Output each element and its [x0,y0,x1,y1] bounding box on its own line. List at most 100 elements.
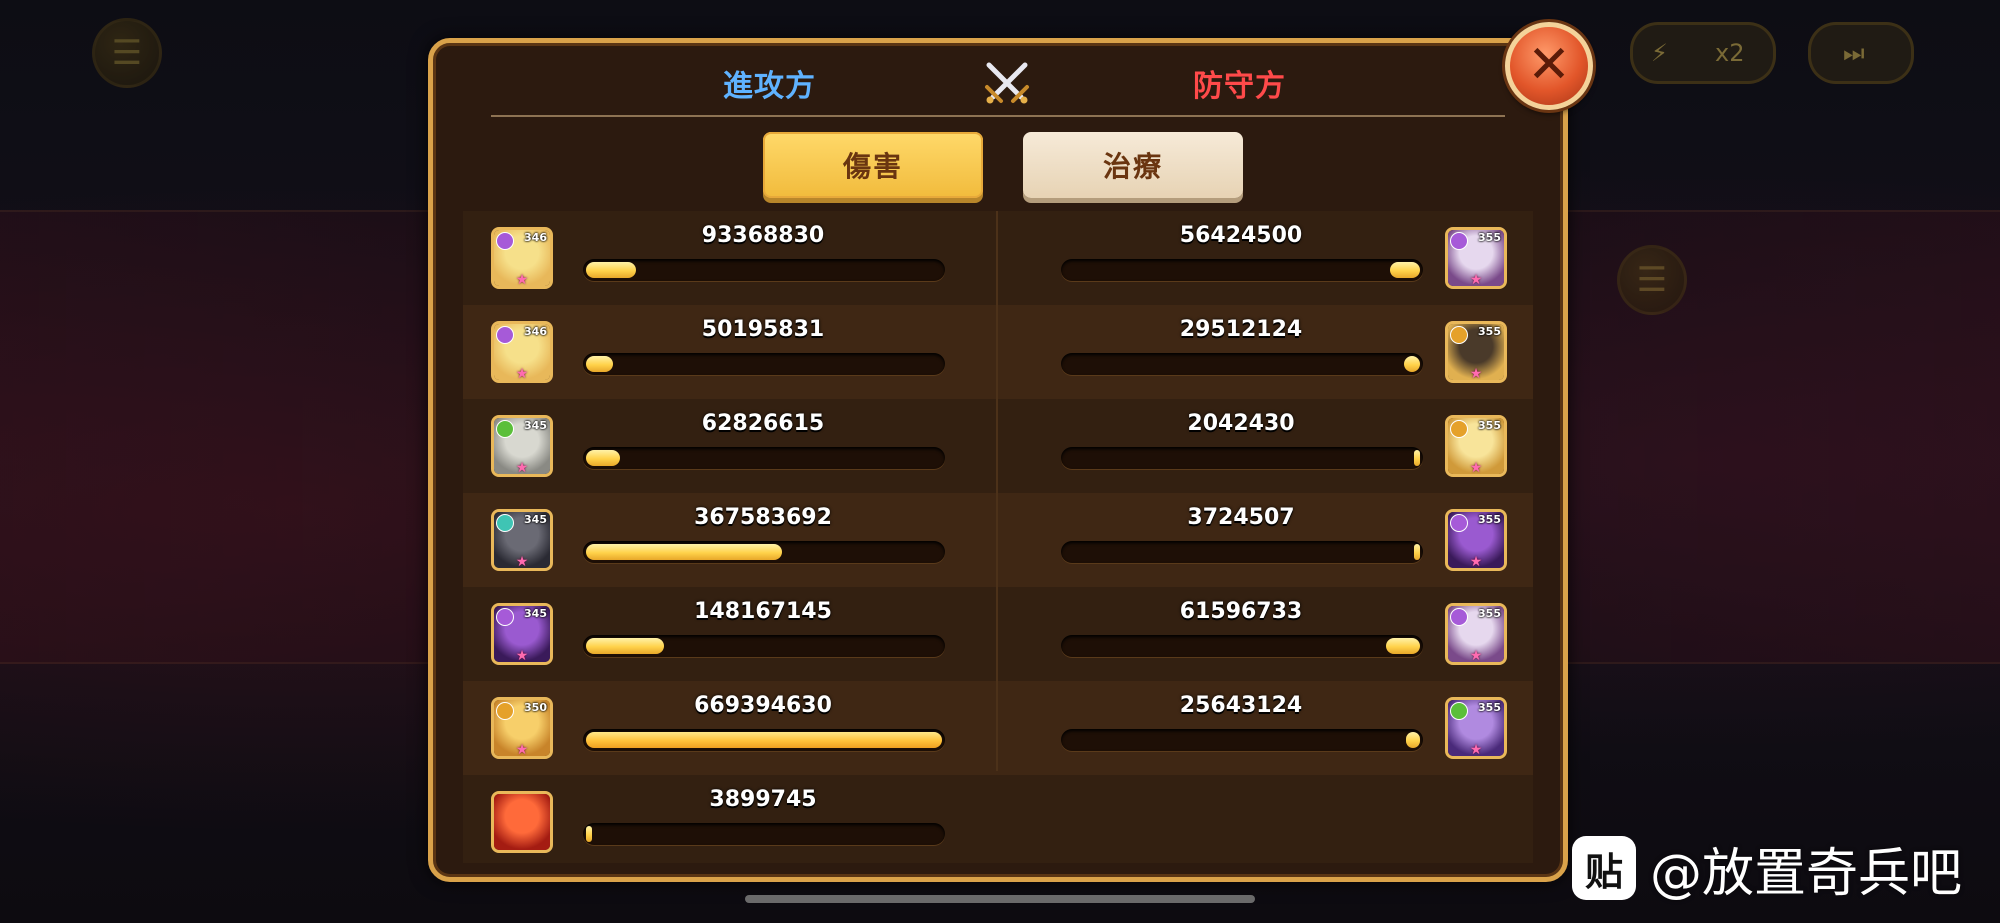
gold-element-icon [1450,326,1468,344]
attacker-label: 進攻方 [723,69,816,104]
attacker-damage-bar-fill [586,732,942,748]
teal-element-icon [496,514,514,532]
attacker-damage-bar-fill [586,638,665,654]
lightning-icon: ⚡ [1651,39,1668,67]
attacker-damage-value: 93368830 [701,223,825,248]
hero-level: 355 [1478,325,1501,338]
star-icon: ★ [515,460,529,476]
stats-row: 345 ★ 367583692 3724507 355 ★ [463,493,1533,587]
hero-level: 346 [524,231,547,244]
header-divider [491,115,1505,117]
close-button[interactable]: ✕ [1505,22,1593,110]
defender-damage-bar-fill [1403,356,1420,372]
star-icon: ★ [515,648,529,664]
defender-damage-value: 56424500 [1179,223,1303,248]
tab-damage[interactable]: 傷害 [763,132,983,198]
attacker-damage-bar-fill [586,450,620,466]
gold-element-icon [1450,420,1468,438]
defender-damage-bar [1061,259,1423,281]
attacker-damage-bar-fill [586,544,782,560]
watermark: 贴 @放置奇兵吧 [1572,836,1962,904]
defender-hero-avatar[interactable]: 355 ★ [1445,603,1507,665]
stats-row: 345 ★ 148167145 61596733 355 ★ [463,587,1533,681]
attacker-damage-bar [583,541,945,563]
purple-element-icon [496,232,514,250]
attacker-hero-avatar[interactable]: 345 ★ [491,415,553,477]
defender-damage-bar [1061,635,1423,657]
attacker-hero-avatar[interactable]: 350 ★ [491,697,553,759]
stats-list: 3899745 350 ★ 669394630 25643124 355 ★ 345 ★ 1481… [463,211,1533,863]
purple-element-icon [496,326,514,344]
list-icon[interactable]: ☰ [1617,245,1687,315]
defender-damage-bar [1061,353,1423,375]
star-icon: ★ [1469,742,1483,758]
star-icon: ★ [515,272,529,288]
stats-row: 346 ★ 93368830 56424500 355 ★ [463,211,1533,305]
skip-button[interactable]: ⏭ [1808,22,1914,84]
defender-damage-bar-fill [1414,450,1420,466]
gold-element-icon [496,702,514,720]
star-icon: ★ [1469,554,1483,570]
defender-damage-bar-fill [1386,638,1420,654]
stats-row: 3899745 [463,775,1533,863]
attacker-hero-avatar[interactable]: 345 ★ [491,509,553,571]
defender-hero-avatar[interactable]: 355 ★ [1445,697,1507,759]
tab-heal[interactable]: 治療 [1023,132,1243,198]
attacker-damage-bar [583,447,945,469]
defender-damage-value: 3724507 [1187,505,1295,530]
star-icon: ★ [515,366,529,382]
attacker-damage-value: 148167145 [694,599,832,624]
green-element-icon [496,420,514,438]
hero-level: 346 [524,325,547,338]
attacker-hero-avatar[interactable]: 346 ★ [491,321,553,383]
hero-level: 355 [1478,419,1501,432]
defender-hero-avatar[interactable]: 355 ★ [1445,321,1507,383]
purple-element-icon [496,608,514,626]
purple-element-icon [1450,514,1468,532]
attacker-hero-avatar[interactable]: 345 ★ [491,603,553,665]
attacker-damage-value: 669394630 [694,693,832,718]
tieba-logo-icon: 贴 [1572,836,1636,900]
defender-hero-avatar[interactable]: 355 ★ [1445,509,1507,571]
star-icon: ★ [1469,460,1483,476]
defender-hero-avatar[interactable]: 355 ★ [1445,415,1507,477]
defender-damage-bar [1061,541,1423,563]
attacker-damage-value: 62826615 [701,411,825,436]
attacker-damage-value: 367583692 [694,505,832,530]
hero-level: 350 [524,701,547,714]
defender-hero-avatar[interactable]: 355 ★ [1445,227,1507,289]
hero-level: 355 [1478,231,1501,244]
defender-damage-bar-fill [1389,262,1420,278]
battle-stats-panel: 進攻方 防守方 傷害 治療 3899745 350 ★ 669394630 256431… [428,38,1568,882]
stats-row: 350 ★ 669394630 25643124 355 ★ [463,681,1533,775]
defender-damage-value: 25643124 [1179,693,1303,718]
attacker-damage-bar [583,729,945,751]
green-element-icon [1450,702,1468,720]
star-icon: ★ [515,554,529,570]
hero-level: 355 [1478,607,1501,620]
home-indicator[interactable] [745,895,1255,903]
menu-icon[interactable]: ☰ [92,18,162,88]
defender-damage-value: 2042430 [1187,411,1295,436]
attacker-hero-avatar[interactable]: 346 ★ [491,227,553,289]
defender-damage-bar-fill [1405,732,1420,748]
attacker-damage-bar [583,259,945,281]
stats-row: 345 ★ 62826615 2042430 355 ★ [463,399,1533,493]
skip-icon: ⏭ [1843,39,1865,67]
crossed-swords-icon [985,62,1029,104]
purple-element-icon [1450,232,1468,250]
hero-level: 355 [1478,701,1501,714]
attacker-hero-avatar[interactable] [491,791,553,853]
defender-damage-bar [1061,447,1423,469]
star-icon: ★ [1469,366,1483,382]
defender-damage-bar [1061,729,1423,751]
defender-label: 防守方 [1193,69,1286,104]
speed-toggle[interactable]: ⚡ x2 [1630,22,1776,84]
attacker-damage-bar-fill [586,826,592,842]
stats-row: 346 ★ 50195831 29512124 355 ★ [463,305,1533,399]
attacker-damage-bar [583,635,945,657]
defender-damage-value: 29512124 [1179,317,1303,342]
attacker-damage-value: 50195831 [701,317,825,342]
attacker-damage-bar [583,353,945,375]
purple-element-icon [1450,608,1468,626]
